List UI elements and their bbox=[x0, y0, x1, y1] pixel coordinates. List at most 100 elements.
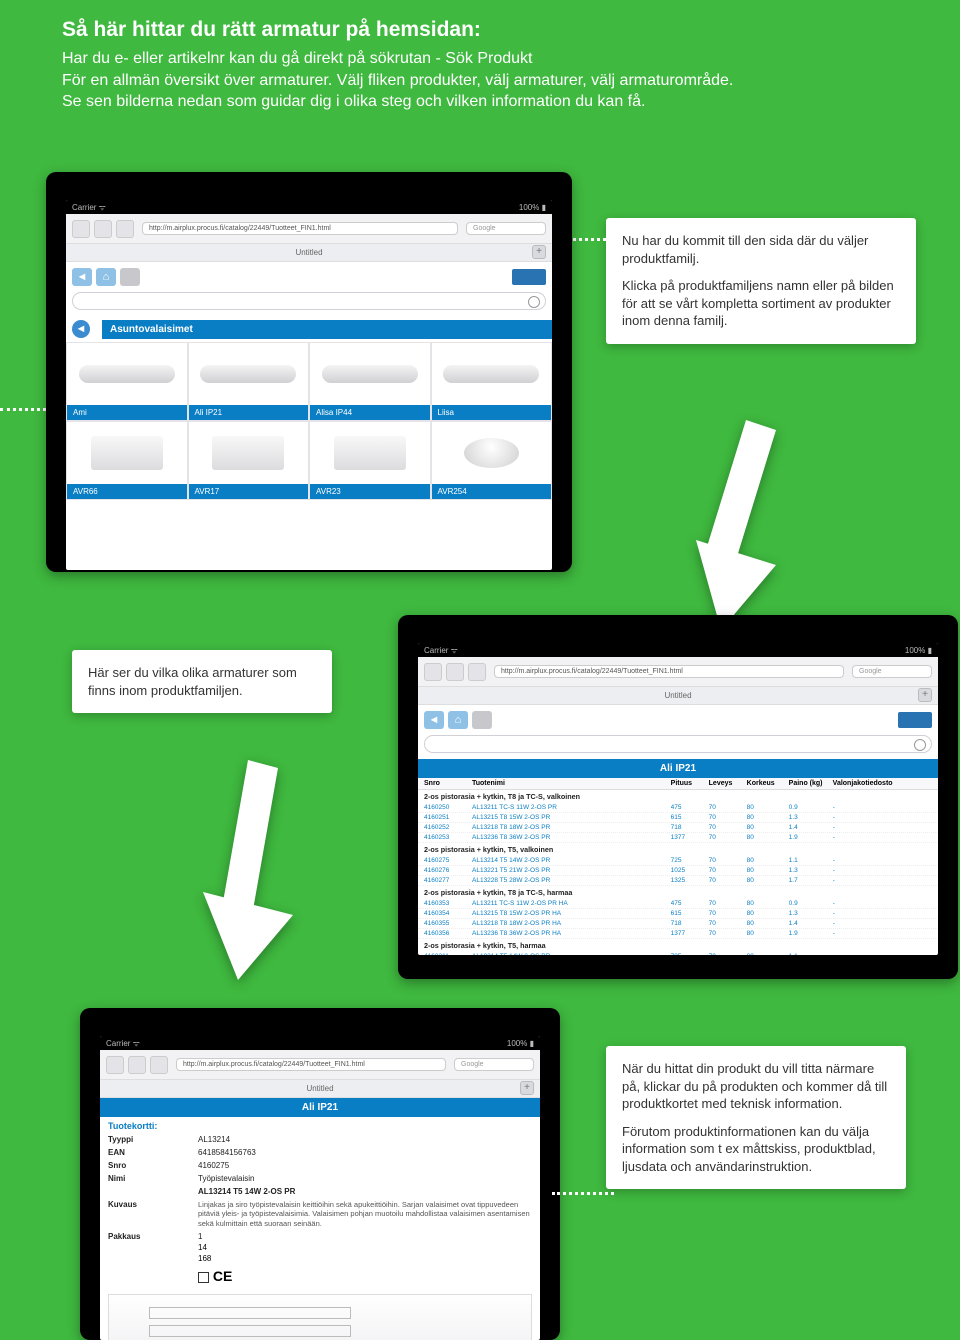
cell: 1377 bbox=[671, 930, 709, 937]
table-row[interactable]: 4160251AL13215 T8 15W 2-OS PR61570801.3- bbox=[418, 813, 938, 823]
product-label: Ali IP21 bbox=[189, 405, 309, 420]
cell: 4160353 bbox=[424, 900, 472, 907]
site-search-input[interactable] bbox=[72, 292, 546, 310]
forward-button[interactable] bbox=[446, 663, 464, 681]
cell: 4160276 bbox=[424, 867, 472, 874]
nav-home-icon[interactable]: ⌂ bbox=[96, 268, 116, 286]
kv-row: TyyppiAL13214 bbox=[100, 1133, 540, 1146]
kv-val: 4160275 bbox=[198, 1161, 532, 1170]
product-card[interactable]: Ami bbox=[66, 342, 188, 421]
product-card[interactable]: AVR17 bbox=[188, 421, 310, 500]
product-card[interactable]: AVR254 bbox=[431, 421, 553, 500]
col: Tuotenimi bbox=[472, 780, 671, 787]
forward-button[interactable] bbox=[94, 220, 112, 238]
cell: 1325 bbox=[671, 877, 709, 884]
cell: 80 bbox=[747, 857, 789, 864]
nav-disabled-icon bbox=[472, 711, 492, 729]
product-card[interactable]: Alisa IP44 bbox=[309, 342, 431, 421]
cell: 80 bbox=[747, 877, 789, 884]
search-field[interactable]: Google bbox=[454, 1058, 534, 1071]
kv-row: Snro4160275 bbox=[100, 1159, 540, 1172]
url-field[interactable]: http://m.airplux.procus.fi/catalog/22449… bbox=[176, 1058, 446, 1071]
url-field[interactable]: http://m.airplux.procus.fi/catalog/22449… bbox=[142, 222, 458, 235]
cell: 70 bbox=[709, 900, 747, 907]
cell: 4160275 bbox=[424, 857, 472, 864]
table-row[interactable]: 4160211AL10214 T5 14W 2-OS PR72570801.1- bbox=[418, 952, 938, 955]
table-row[interactable]: 4160253AL13236 T8 36W 2-OS PR137770801.9… bbox=[418, 833, 938, 843]
nav-back-icon[interactable]: ◄ bbox=[72, 268, 92, 286]
bookmark-icon[interactable] bbox=[116, 220, 134, 238]
search-field[interactable]: Google bbox=[466, 222, 546, 235]
callout-family-list: Här ser du vilka olika armaturer som fin… bbox=[72, 650, 332, 713]
cell: 80 bbox=[747, 930, 789, 937]
nav-home-icon[interactable]: ⌂ bbox=[448, 711, 468, 729]
cell: 1.3 bbox=[789, 867, 833, 874]
bookmark-icon[interactable] bbox=[150, 1056, 168, 1074]
back-button[interactable] bbox=[106, 1056, 124, 1074]
site-search-input[interactable] bbox=[424, 735, 932, 753]
new-tab-button[interactable]: + bbox=[532, 245, 546, 259]
brand-logo bbox=[898, 712, 932, 728]
cell: 475 bbox=[671, 804, 709, 811]
cell: 4160251 bbox=[424, 814, 472, 821]
back-button[interactable] bbox=[72, 220, 90, 238]
bookmark-icon[interactable] bbox=[468, 663, 486, 681]
table-row[interactable]: 4160275AL13214 T5 14W 2-OS PR72570801.1- bbox=[418, 856, 938, 866]
callout-family-p1: Nu har du kommit till den sida där du vä… bbox=[622, 232, 900, 267]
cell: 80 bbox=[747, 920, 789, 927]
cell: 1.3 bbox=[789, 910, 833, 917]
product-card[interactable]: AVR23 bbox=[309, 421, 431, 500]
table-row[interactable]: 4160353AL13211 TC-S 11W 2-OS PR HA475708… bbox=[418, 899, 938, 909]
table-row[interactable]: 4160252AL13218 T8 18W 2-OS PR71870801.4- bbox=[418, 823, 938, 833]
cell: - bbox=[833, 814, 932, 821]
tab-label[interactable]: Untitled bbox=[295, 248, 322, 257]
intro-title: Så här hittar du rätt armatur på hemsida… bbox=[62, 18, 882, 42]
table-row[interactable]: 4160250AL13211 TC-S 11W 2-OS PR47570800.… bbox=[418, 803, 938, 813]
url-field[interactable]: http://m.airplux.procus.fi/catalog/22449… bbox=[494, 665, 844, 678]
new-tab-button[interactable]: + bbox=[918, 688, 932, 702]
kv-row: KuvausLinjakas ja siro työpistevalaisin … bbox=[100, 1198, 540, 1230]
tab-label[interactable]: Untitled bbox=[664, 691, 691, 700]
table-group: 2-os pistorasia + kytkin, T8 ja TC-S, ha… bbox=[418, 886, 938, 899]
product-card[interactable]: Liisa bbox=[431, 342, 553, 421]
new-tab-button[interactable]: + bbox=[520, 1081, 534, 1095]
pkg-line: 168 bbox=[100, 1254, 540, 1264]
browser-toolbar: http://m.airplux.procus.fi/catalog/22449… bbox=[100, 1050, 540, 1080]
nav-back-icon[interactable]: ◄ bbox=[424, 711, 444, 729]
col: Leveys bbox=[709, 780, 747, 787]
cell: 1.9 bbox=[789, 930, 833, 937]
col: Snro bbox=[424, 780, 472, 787]
site-nav: ◄ ⌂ bbox=[418, 705, 938, 735]
col: Korkeus bbox=[747, 780, 789, 787]
cell: 4160252 bbox=[424, 824, 472, 831]
table-row[interactable]: 4160277AL13228 T5 28W 2-OS PR132570801.7… bbox=[418, 876, 938, 886]
cell: - bbox=[833, 834, 932, 841]
table-row[interactable]: 4160354AL13215 T8 15W 2-OS PR HA61570801… bbox=[418, 909, 938, 919]
table-row[interactable]: 4160276AL13221 T5 21W 2-OS PR102570801.3… bbox=[418, 866, 938, 876]
product-card[interactable]: Ali IP21 bbox=[188, 342, 310, 421]
intro-line3: Se sen bilderna nedan som guidar dig i o… bbox=[62, 91, 882, 113]
cell: AL13236 T8 36W 2-OS PR HA bbox=[472, 930, 671, 937]
kv-key bbox=[108, 1187, 198, 1196]
product-label: Ami bbox=[67, 405, 187, 420]
tab-label[interactable]: Untitled bbox=[306, 1084, 333, 1093]
cell: 615 bbox=[671, 814, 709, 821]
cell: 80 bbox=[747, 900, 789, 907]
kv-key: EAN bbox=[108, 1148, 198, 1157]
table-row[interactable]: 4160356AL13236 T8 36W 2-OS PR HA13777080… bbox=[418, 929, 938, 939]
kv-key: Snro bbox=[108, 1161, 198, 1170]
cell: 70 bbox=[709, 953, 747, 955]
search-field[interactable]: Google bbox=[852, 665, 932, 678]
back-button[interactable] bbox=[424, 663, 442, 681]
product-card[interactable]: AVR66 bbox=[66, 421, 188, 500]
forward-button[interactable] bbox=[128, 1056, 146, 1074]
table-row[interactable]: 4160355AL13218 T8 18W 2-OS PR HA71870801… bbox=[418, 919, 938, 929]
category-back-button[interactable]: ◄ bbox=[72, 320, 90, 338]
kv-key: Nimi bbox=[108, 1174, 198, 1183]
kv-val: AL13214 bbox=[198, 1135, 532, 1144]
cell: 1.7 bbox=[789, 877, 833, 884]
cell: 1.4 bbox=[789, 824, 833, 831]
product-label: Alisa IP44 bbox=[310, 405, 430, 420]
dimension-sketch bbox=[108, 1294, 532, 1340]
cell: 4160277 bbox=[424, 877, 472, 884]
